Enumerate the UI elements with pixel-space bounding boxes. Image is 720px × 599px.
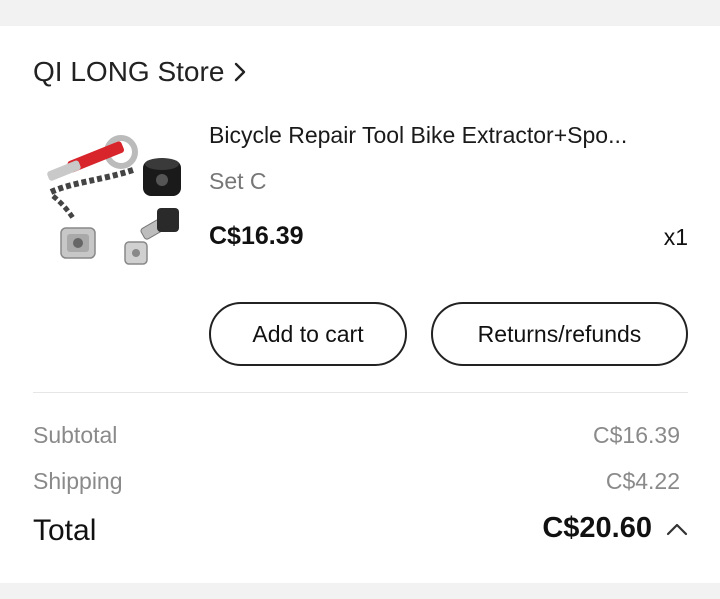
store-link[interactable]: QI LONG Store [33,56,248,88]
add-to-cart-button[interactable]: Add to cart [209,302,407,366]
shipping-label: Shipping [33,468,123,494]
product-title[interactable]: Bicycle Repair Tool Bike Extractor+Spo..… [209,122,689,149]
total-toggle[interactable]: C$20.60 [542,512,688,545]
order-card: QI LONG Store Bicycle Repair Tool Bike E… [0,26,720,583]
total-value: C$20.60 [542,512,652,544]
chevron-right-icon [235,62,246,82]
returns-refunds-button[interactable]: Returns/refunds [431,302,688,366]
product-quantity: x1 [663,224,688,250]
divider [33,392,688,393]
product-image[interactable] [33,122,193,282]
subtotal-value: C$16.39 [593,422,680,448]
product-variant: Set C [209,168,267,194]
total-label: Total [33,514,97,547]
chevron-up-icon [666,523,688,535]
store-name: QI LONG Store [33,56,225,87]
subtotal-label: Subtotal [33,422,118,448]
shipping-value: C$4.22 [605,468,680,494]
product-price: C$16.39 [209,222,304,250]
